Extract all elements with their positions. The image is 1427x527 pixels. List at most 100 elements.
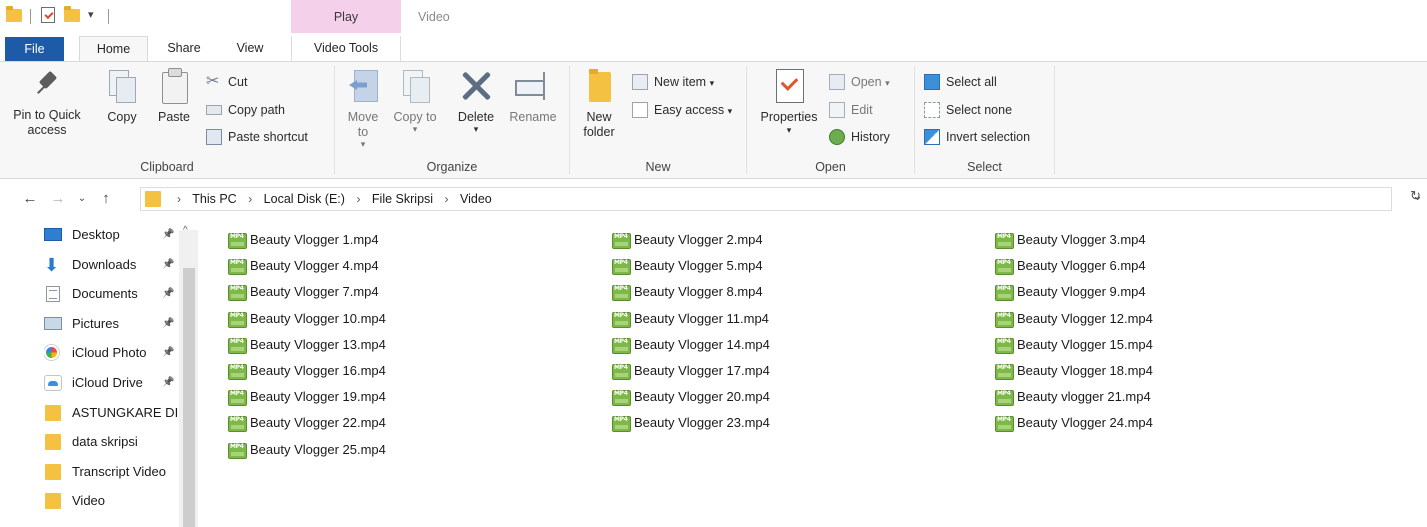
- file-item[interactable]: Beauty Vlogger 17.mp4: [612, 359, 770, 383]
- select-all-button[interactable]: Select all: [924, 71, 997, 93]
- customize-quick-access-dropdown-icon[interactable]: ▾: [88, 8, 94, 26]
- easy-access-dropdown-icon: ▾: [727, 106, 733, 116]
- file-item[interactable]: Beauty Vlogger 23.mp4: [612, 411, 770, 435]
- file-item[interactable]: Beauty vlogger 21.mp4: [995, 385, 1151, 409]
- up-arrow-icon[interactable]: ↑: [96, 188, 116, 210]
- edit-label: Edit: [851, 103, 873, 117]
- file-item[interactable]: Beauty Vlogger 9.mp4: [995, 280, 1146, 304]
- window-title: Video: [418, 10, 450, 24]
- file-item[interactable]: Beauty Vlogger 4.mp4: [228, 254, 379, 278]
- recent-locations-chevron-icon[interactable]: ⌄: [72, 188, 92, 210]
- refresh-icon[interactable]: ↻: [1410, 188, 1421, 204]
- select-all-label: Select all: [946, 75, 997, 89]
- copy-to-button[interactable]: Copy to ▾: [393, 68, 437, 134]
- file-item[interactable]: Beauty Vlogger 18.mp4: [995, 359, 1153, 383]
- open-dropdown-icon: ▾: [885, 78, 890, 88]
- file-item[interactable]: Beauty Vlogger 20.mp4: [612, 385, 770, 409]
- invert-selection-button[interactable]: Invert selection: [924, 126, 1030, 148]
- breadcrumb-local-disk[interactable]: Local Disk (E:): [264, 192, 345, 206]
- select-none-button[interactable]: Select none: [924, 99, 1012, 121]
- nav-item[interactable]: Video: [44, 488, 178, 514]
- quick-access-new-folder-icon[interactable]: [64, 6, 80, 22]
- edit-button[interactable]: Edit: [829, 99, 873, 121]
- scroll-up-arrow-icon[interactable]: ^: [183, 225, 188, 236]
- file-item[interactable]: Beauty Vlogger 2.mp4: [612, 228, 763, 252]
- easy-access-button[interactable]: Easy access ▾: [632, 99, 732, 121]
- file-item[interactable]: Beauty Vlogger 16.mp4: [228, 359, 386, 383]
- nav-item[interactable]: Transcript Video: [44, 459, 178, 485]
- breadcrumb-separator-icon[interactable]: ›: [248, 192, 252, 206]
- file-item[interactable]: Beauty Vlogger 14.mp4: [612, 333, 770, 357]
- file-item[interactable]: Beauty Vlogger 15.mp4: [995, 333, 1153, 357]
- paste-shortcut-button[interactable]: Paste shortcut: [206, 126, 308, 148]
- address-bar[interactable]: › This PC › Local Disk (E:) › File Skrip…: [140, 187, 1392, 211]
- file-item[interactable]: Beauty Vlogger 10.mp4: [228, 307, 386, 331]
- paste-button[interactable]: Paste: [152, 68, 196, 125]
- breadcrumb-separator-icon[interactable]: ›: [445, 192, 449, 206]
- nav-item[interactable]: Documents 📌: [44, 281, 178, 307]
- file-item[interactable]: Beauty Vlogger 6.mp4: [995, 254, 1146, 278]
- file-item[interactable]: Beauty Vlogger 12.mp4: [995, 307, 1153, 331]
- move-to-button[interactable]: Move to ▾: [341, 68, 385, 149]
- forward-arrow-icon[interactable]: →: [48, 188, 68, 210]
- properties-label: Properties: [760, 110, 818, 124]
- file-item[interactable]: Beauty Vlogger 7.mp4: [228, 280, 379, 304]
- nav-item[interactable]: data skripsi: [44, 429, 178, 455]
- copy-path-button[interactable]: Copy path: [206, 99, 285, 121]
- file-item[interactable]: Beauty Vlogger 19.mp4: [228, 385, 386, 409]
- file-name: Beauty Vlogger 5.mp4: [634, 258, 763, 274]
- select-group-label: Select: [967, 160, 1002, 174]
- paste-icon: [159, 68, 189, 104]
- file-item[interactable]: Beauty Vlogger 1.mp4: [228, 228, 379, 252]
- copy-button[interactable]: Copy: [100, 68, 144, 125]
- breadcrumb-this-pc[interactable]: This PC: [192, 192, 236, 206]
- folder-icon: [6, 6, 22, 22]
- pin-to-quick-access-button[interactable]: Pin to Quick access: [12, 68, 82, 138]
- pin-icon: 📌: [162, 317, 175, 329]
- mp4-file-icon: [612, 416, 631, 433]
- file-item[interactable]: Beauty Vlogger 25.mp4: [228, 438, 386, 462]
- properties-button[interactable]: Properties ▾: [753, 68, 825, 135]
- breadcrumb-file-skripsi[interactable]: File Skripsi: [372, 192, 433, 206]
- file-item[interactable]: Beauty Vlogger 24.mp4: [995, 411, 1153, 435]
- nav-scrollbar-thumb[interactable]: [183, 268, 195, 527]
- tab-view[interactable]: View: [224, 36, 276, 62]
- tab-file[interactable]: File: [5, 37, 64, 61]
- open-group-label: Open: [815, 160, 846, 174]
- file-item[interactable]: Beauty Vlogger 11.mp4: [612, 307, 769, 331]
- back-arrow-icon[interactable]: ←: [20, 188, 40, 210]
- delete-icon: [459, 68, 493, 104]
- new-folder-icon: [586, 68, 612, 104]
- quick-access-properties-icon[interactable]: [41, 7, 55, 23]
- file-item[interactable]: Beauty Vlogger 22.mp4: [228, 411, 386, 435]
- nav-item[interactable]: iCloud Photo 📌: [44, 340, 178, 366]
- file-item[interactable]: Beauty Vlogger 3.mp4: [995, 228, 1146, 252]
- file-name: Beauty Vlogger 24.mp4: [1017, 415, 1153, 431]
- nav-item[interactable]: Pictures 📌: [44, 311, 178, 337]
- tab-video-tools[interactable]: Video Tools: [291, 36, 401, 62]
- rename-button[interactable]: Rename: [505, 68, 561, 125]
- cut-button[interactable]: Cut: [206, 71, 247, 93]
- delete-button[interactable]: Delete ▾: [451, 68, 501, 134]
- file-name: Beauty Vlogger 22.mp4: [250, 415, 386, 431]
- file-name: Beauty Vlogger 23.mp4: [634, 415, 770, 431]
- new-item-label: New item: [654, 75, 707, 89]
- new-item-button[interactable]: New item ▾: [632, 71, 714, 93]
- pin-icon: 📌: [162, 288, 175, 300]
- open-button[interactable]: Open ▾: [829, 71, 890, 93]
- nav-item[interactable]: Downloads 📌: [44, 252, 178, 278]
- breadcrumb-video[interactable]: Video: [460, 192, 492, 206]
- file-item[interactable]: Beauty Vlogger 5.mp4: [612, 254, 763, 278]
- paste-shortcut-label: Paste shortcut: [228, 130, 308, 144]
- nav-item[interactable]: Desktop 📌: [44, 222, 178, 248]
- file-item[interactable]: Beauty Vlogger 13.mp4: [228, 333, 386, 357]
- toolbar-separator: [108, 9, 109, 24]
- breadcrumb-separator-icon[interactable]: ›: [356, 192, 360, 206]
- file-item[interactable]: Beauty Vlogger 8.mp4: [612, 280, 763, 304]
- history-button[interactable]: History: [829, 126, 890, 148]
- new-folder-button[interactable]: New folder: [576, 68, 622, 140]
- tab-share[interactable]: Share: [158, 36, 210, 62]
- nav-item[interactable]: iCloud Drive 📌: [44, 370, 178, 396]
- mp4-file-icon: [995, 259, 1014, 276]
- nav-item[interactable]: ASTUNGKARE DI: [44, 400, 178, 426]
